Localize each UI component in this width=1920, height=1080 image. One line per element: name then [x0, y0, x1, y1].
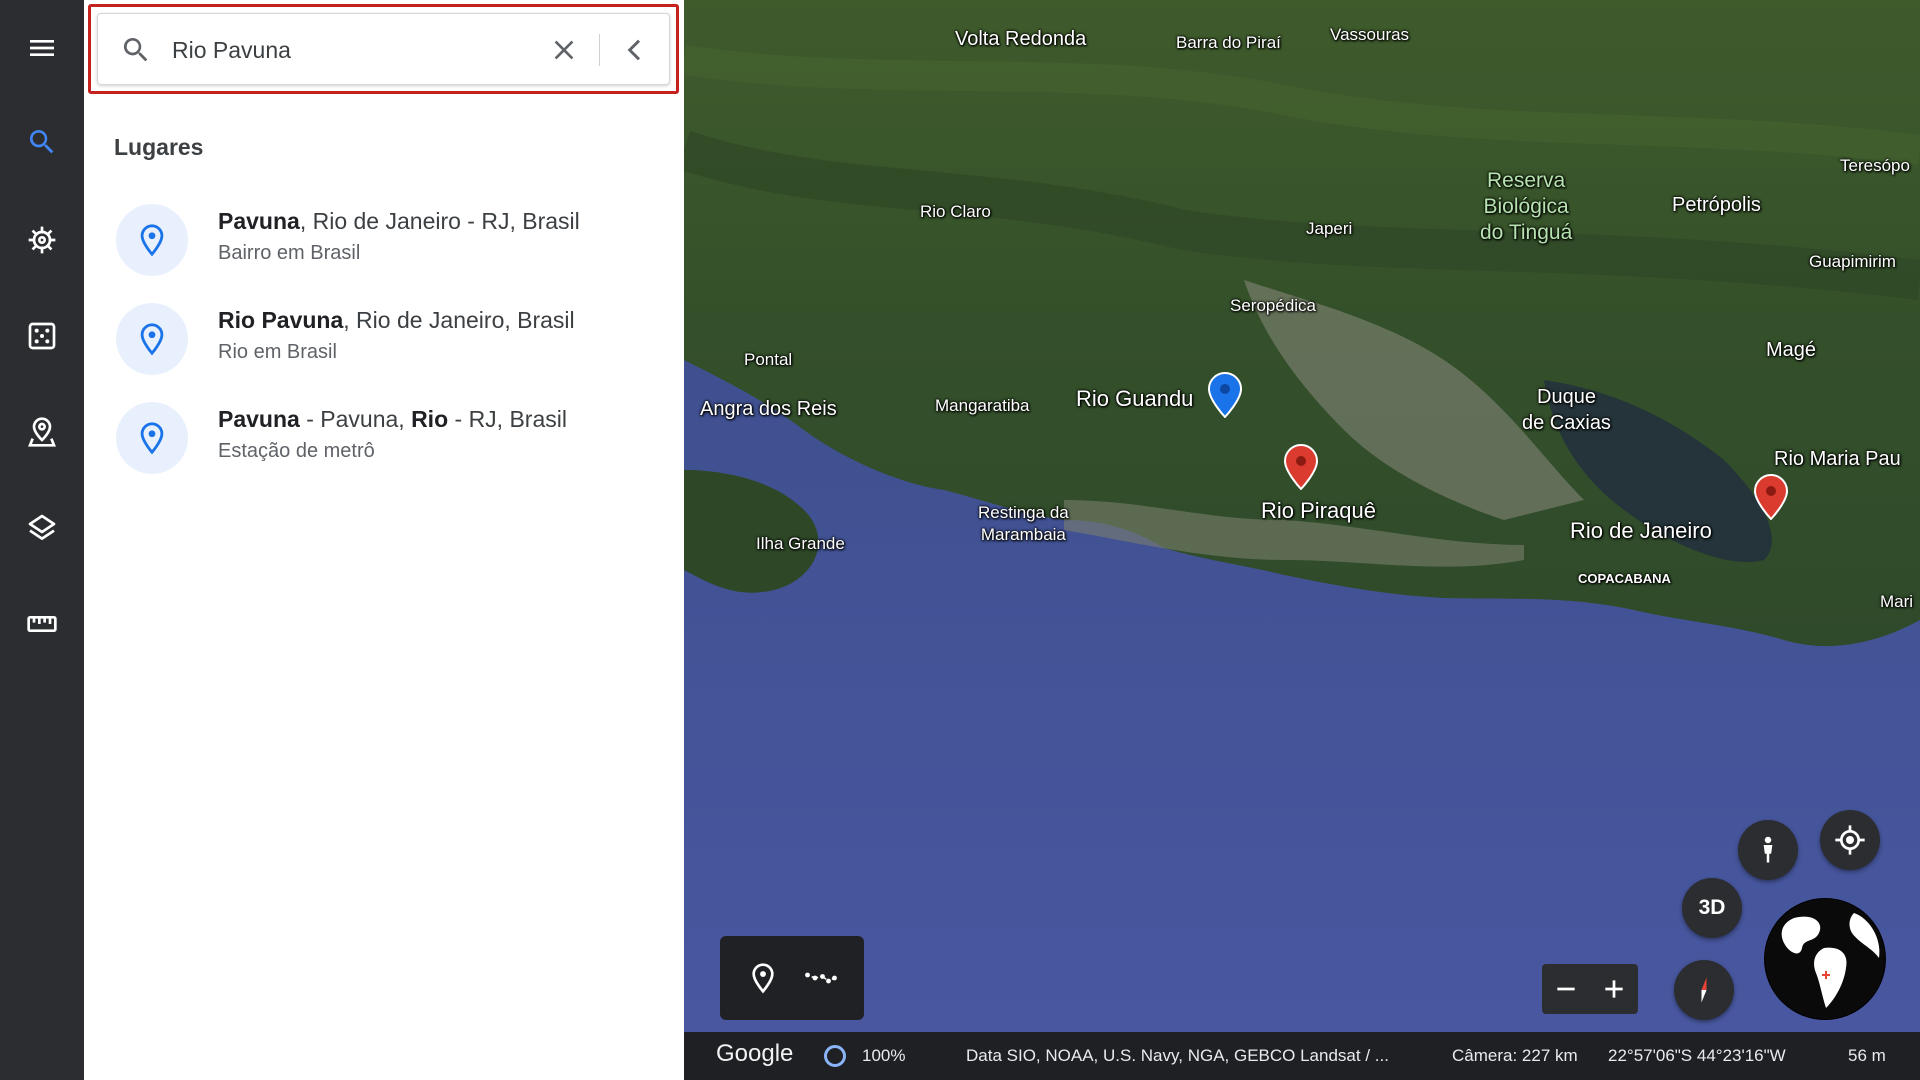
minus-icon: [1557, 987, 1575, 991]
draw-path-button[interactable]: [799, 956, 843, 1000]
map-label: Vassouras: [1330, 25, 1410, 44]
toggle-3d-button[interactable]: 3D: [1682, 878, 1742, 938]
my-location-button[interactable]: [1820, 810, 1880, 870]
map-label: Pontal: [744, 350, 793, 369]
map-label: Angra dos Reis: [700, 398, 837, 420]
location-pin-icon: [140, 323, 164, 356]
map-label: Rio Maria Pau: [1774, 448, 1901, 470]
zoom-out-button[interactable]: [1542, 964, 1590, 1014]
feeling-lucky-icon: [28, 322, 56, 350]
globe-minimap[interactable]: [1764, 898, 1886, 1020]
map-label: Rio de Janeiro: [1570, 518, 1712, 543]
map-label: COPACABANA: [1578, 571, 1671, 586]
map-label: Japeri: [1306, 219, 1353, 238]
measure-button[interactable]: [18, 600, 66, 648]
map-label: Teresópo: [1840, 156, 1910, 175]
search-divider: [599, 34, 600, 66]
map-label: Volta Redonda: [955, 28, 1087, 50]
map-label: Rio Piraquê: [1261, 498, 1376, 523]
search-panel: Lugares Pavuna, Rio de Janeiro - RJ, Bra…: [84, 0, 684, 1080]
map-view[interactable]: Volta Redonda Barra do Piraí Vassouras T…: [684, 0, 1920, 1032]
red-location-marker[interactable]: [1284, 444, 1318, 490]
placemark-icon: [752, 963, 774, 994]
map-label: Seropédica: [1230, 296, 1317, 315]
status-bar: Google 100% Data SIO, NOAA, U.S. Navy, N…: [684, 1032, 1920, 1080]
pegman-icon: [1763, 836, 1773, 863]
chevron-left-icon[interactable]: [619, 34, 651, 66]
globe-icon: [1765, 899, 1885, 1019]
result-title: Pavuna - Pavuna, Rio - RJ, Brasil: [218, 406, 567, 432]
result-item[interactable]: Rio Pavuna, Rio de Janeiro, Brasil Rio e…: [84, 293, 684, 383]
map-label: Barra do Piraí: [1176, 33, 1281, 52]
map-style-button[interactable]: [18, 504, 66, 552]
search-rail-button[interactable]: [18, 118, 66, 166]
result-pin: [116, 303, 188, 375]
search-icon: [123, 38, 148, 62]
menu-button[interactable]: [18, 24, 66, 72]
map-label: Rio Guandu: [1076, 386, 1194, 411]
voyager-icon: [28, 226, 56, 254]
add-placemark-button[interactable]: [741, 956, 785, 1000]
map-label: Mangaratiba: [935, 396, 1030, 415]
result-subtitle: Estação de metrô: [218, 440, 375, 462]
menu-icon: [30, 40, 54, 56]
zoom-in-button[interactable]: [1590, 964, 1638, 1014]
result-item[interactable]: Pavuna - Pavuna, Rio - RJ, Brasil Estaçã…: [84, 392, 684, 482]
elevation: 56 m: [1848, 1046, 1886, 1065]
map-label: Magé: [1766, 339, 1817, 361]
blue-location-marker[interactable]: [1208, 372, 1242, 418]
map-label: Duque de Caxias: [1522, 386, 1611, 434]
load-progress: 100%: [862, 1046, 906, 1065]
my-location-icon: [1835, 825, 1865, 855]
camera-altitude: Câmera: 227 km: [1452, 1046, 1578, 1065]
measure-icon: [27, 616, 57, 632]
left-rail: [0, 0, 84, 1080]
voyager-button[interactable]: [18, 216, 66, 264]
street-view-button[interactable]: [1738, 820, 1798, 880]
search-input[interactable]: [172, 30, 532, 70]
map-label: Mari: [1880, 592, 1914, 611]
result-title: Rio Pavuna, Rio de Janeiro, Brasil: [218, 307, 575, 333]
map-label: Petrópolis: [1672, 194, 1761, 216]
loading-indicator-icon: [824, 1045, 846, 1067]
drawing-toolbar: [720, 936, 864, 1020]
plus-icon: [1605, 980, 1623, 998]
projects-icon: [28, 417, 56, 447]
map-label: Ilha Grande: [756, 534, 845, 553]
compass-icon: [1701, 977, 1707, 1003]
close-icon[interactable]: [548, 34, 580, 66]
search-icon: [29, 130, 54, 154]
location-pin-icon: [140, 224, 164, 257]
result-subtitle: Rio em Brasil: [218, 341, 337, 363]
result-title: Pavuna, Rio de Janeiro - RJ, Brasil: [218, 208, 580, 234]
result-pin: [116, 204, 188, 276]
map-label: Guapimirim: [1809, 252, 1896, 271]
map-label: Reserva Biológica do Tinguá: [1480, 169, 1573, 244]
path-icon: [805, 972, 837, 984]
result-item[interactable]: Pavuna, Rio de Janeiro - RJ, Brasil Bair…: [84, 194, 684, 284]
search-box: [97, 13, 670, 85]
map-label: Rio Claro: [920, 202, 991, 221]
location-pin-icon: [140, 422, 164, 455]
map-style-icon: [28, 514, 56, 540]
red-location-marker[interactable]: [1754, 474, 1788, 520]
result-pin: [116, 402, 188, 474]
cursor-coordinates: 22°57'06"S 44°23'16"W: [1608, 1046, 1786, 1065]
toggle-3d-label: 3D: [1698, 896, 1726, 919]
feeling-lucky-button[interactable]: [18, 312, 66, 360]
zoom-controls: [1542, 964, 1638, 1014]
section-title: Lugares: [114, 134, 204, 160]
result-subtitle: Bairro em Brasil: [218, 242, 361, 264]
compass-button[interactable]: [1674, 960, 1734, 1020]
map-label: Restinga da Marambaia: [978, 503, 1069, 544]
google-logo: Google: [716, 1040, 794, 1067]
data-attribution[interactable]: Data SIO, NOAA, U.S. Navy, NGA, GEBCO La…: [966, 1046, 1389, 1066]
projects-button[interactable]: [18, 408, 66, 456]
